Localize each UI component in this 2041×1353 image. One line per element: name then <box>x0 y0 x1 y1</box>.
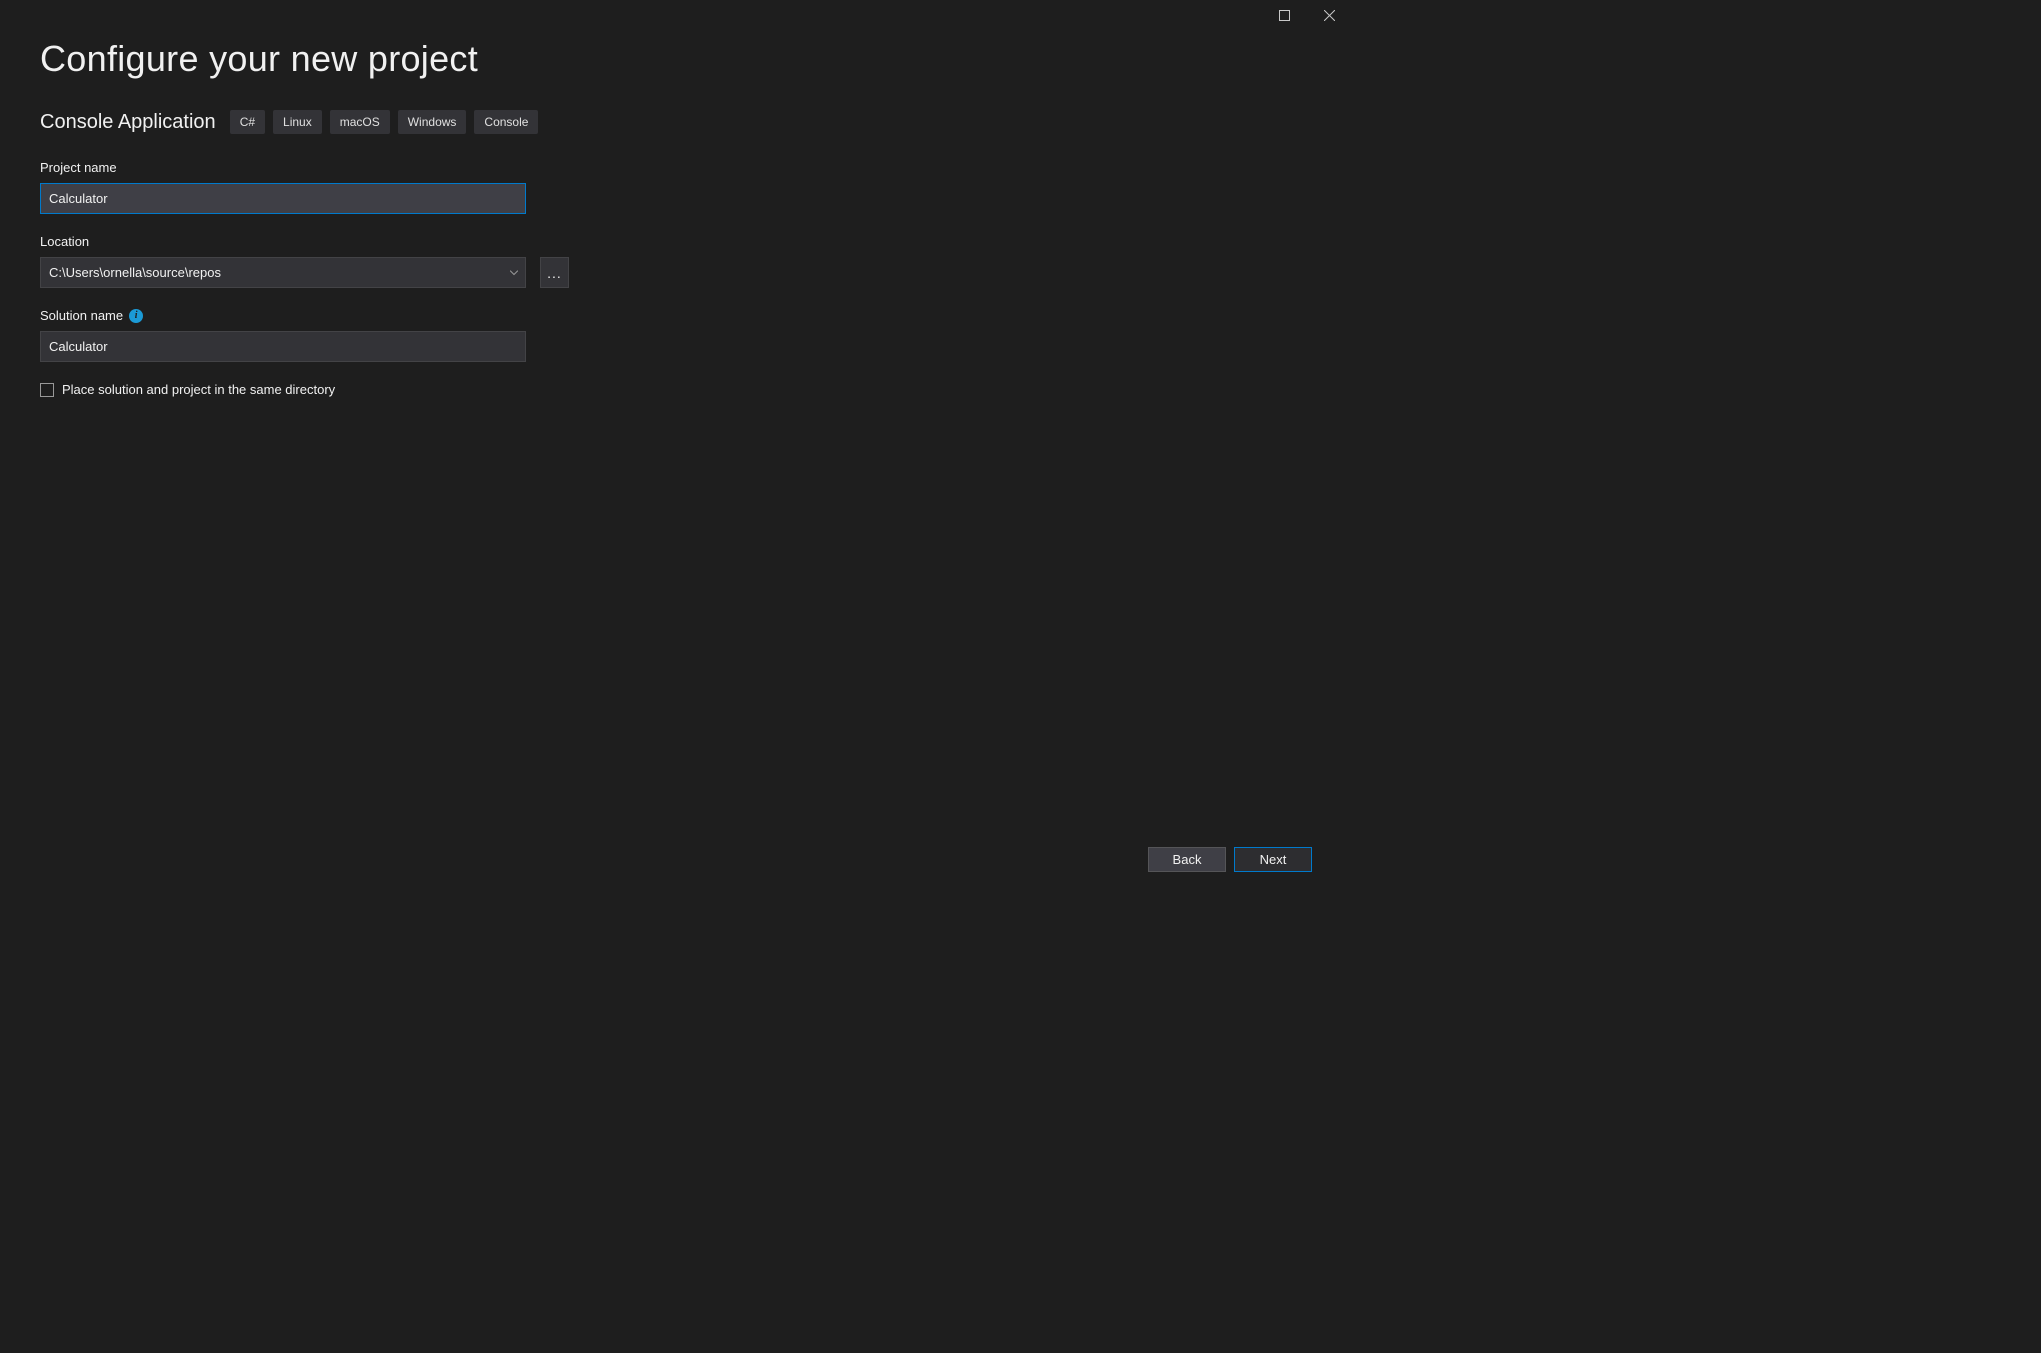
location-group: Location ... <box>40 234 1312 288</box>
maximize-button[interactable] <box>1262 0 1307 30</box>
solution-name-input[interactable] <box>40 331 526 362</box>
tag-macos: macOS <box>330 110 390 134</box>
project-name-group: Project name <box>40 160 1312 214</box>
footer: Back Next <box>1148 847 1312 872</box>
project-name-label: Project name <box>40 160 1312 175</box>
solution-name-label: Solution name <box>40 308 123 323</box>
project-name-input[interactable] <box>40 183 526 214</box>
solution-name-label-row: Solution name i <box>40 308 1312 323</box>
same-directory-row: Place solution and project in the same d… <box>40 382 1312 397</box>
browse-button[interactable]: ... <box>540 257 569 288</box>
main-content: Configure your new project Console Appli… <box>0 0 1352 825</box>
info-icon[interactable]: i <box>129 309 143 323</box>
subheader: Console Application C# Linux macOS Windo… <box>40 110 1312 134</box>
close-icon <box>1324 10 1335 21</box>
tag-row: C# Linux macOS Windows Console <box>230 110 539 134</box>
next-button[interactable]: Next <box>1234 847 1312 872</box>
template-name: Console Application <box>40 111 216 134</box>
location-select-wrap <box>40 257 526 288</box>
same-directory-checkbox[interactable] <box>40 383 54 397</box>
tag-linux: Linux <box>273 110 322 134</box>
solution-name-group: Solution name i <box>40 308 1312 362</box>
same-directory-label: Place solution and project in the same d… <box>62 382 335 397</box>
maximize-icon <box>1279 10 1290 21</box>
tag-windows: Windows <box>398 110 467 134</box>
page-title: Configure your new project <box>40 38 1312 80</box>
location-input[interactable] <box>40 257 526 288</box>
close-button[interactable] <box>1307 0 1352 30</box>
back-button[interactable]: Back <box>1148 847 1226 872</box>
location-row: ... <box>40 257 1312 288</box>
titlebar <box>1262 0 1352 30</box>
tag-console: Console <box>474 110 538 134</box>
location-label: Location <box>40 234 1312 249</box>
tag-csharp: C# <box>230 110 265 134</box>
